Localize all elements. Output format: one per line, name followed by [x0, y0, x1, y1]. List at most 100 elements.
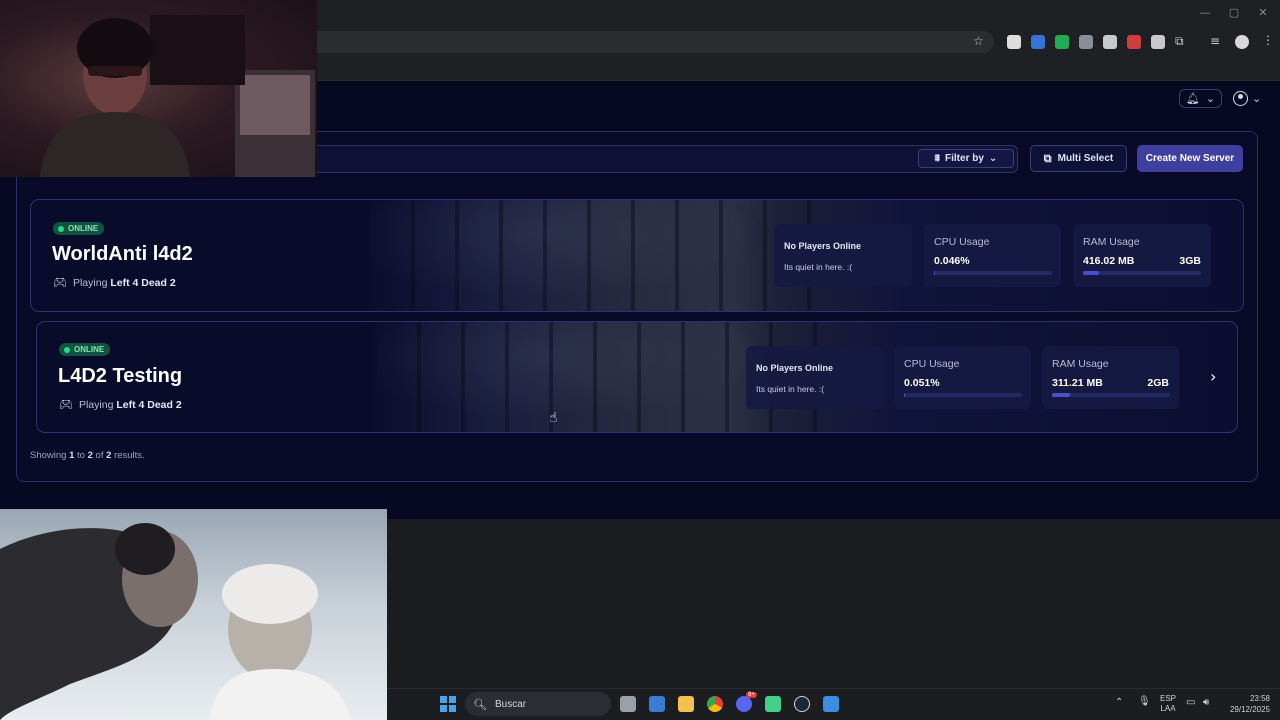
microphone-icon[interactable]: 🎙︎ — [1138, 696, 1151, 707]
network-icon[interactable]: ▭ — [1186, 697, 1195, 708]
webcam-overlay — [0, 0, 317, 177]
ram-usage-bar — [1052, 393, 1170, 397]
chevron-down-icon: ⌄ — [1252, 92, 1262, 105]
notifications-button[interactable]: 🔔︎ ⌄ — [1179, 89, 1222, 108]
players-title: No Players Online — [756, 363, 834, 373]
volume-icon[interactable]: 🔊︎ — [1203, 697, 1209, 708]
players-subtitle: Its quiet in here. :( — [756, 384, 825, 394]
filter-by-dropdown[interactable]: ⩩ Filter by ⌄ — [918, 149, 1014, 168]
layout-code: LAA — [1160, 704, 1176, 713]
taskbar-search[interactable]: 🔍︎ Buscar — [465, 692, 611, 716]
store-icon[interactable] — [649, 696, 665, 712]
playing-prefix: Playing — [78, 398, 114, 411]
players-title: No Players Online — [784, 241, 862, 251]
user-avatar-icon — [1233, 91, 1248, 106]
cpu-usage-bar-fill — [904, 393, 905, 397]
profile-avatar[interactable] — [1235, 35, 1249, 49]
chevron-up-icon[interactable]: ⌃ — [1115, 697, 1123, 708]
game-name: Left 4 Dead 2 — [110, 276, 176, 289]
game-name: Left 4 Dead 2 — [116, 398, 182, 411]
server-search-input[interactable] — [300, 145, 1018, 173]
steam-icon[interactable] — [794, 696, 810, 712]
maximize-window-icon[interactable]: ▢ — [1225, 6, 1243, 20]
extension-icon[interactable] — [1079, 35, 1093, 49]
players-box: No Players Online Its quiet in here. :( — [746, 346, 884, 409]
windows-start-icon[interactable] — [440, 696, 456, 712]
bookmark-star-icon[interactable]: ☆ — [973, 34, 984, 48]
cpu-usage-value: 0.046% — [934, 255, 970, 267]
gamepad-icon: 🎮︎ — [59, 398, 73, 411]
meme-photo — [0, 523, 350, 720]
pagination-suffix: results. — [114, 450, 145, 461]
filter-icon: ⩩ — [934, 153, 941, 164]
online-dot-icon — [58, 225, 64, 232]
extensions-puzzle-icon[interactable]: ⧉ — [1175, 34, 1184, 49]
server-card[interactable]: ONLINE WorldAnti l4d2 🎮︎ Playing Left 4 … — [30, 199, 1244, 312]
multi-select-label: Multi Select — [1057, 153, 1114, 164]
app-icon[interactable] — [765, 696, 781, 712]
server-game: 🎮︎ Playing Left 4 Dead 2 — [59, 398, 182, 411]
extension-icon[interactable] — [1007, 35, 1021, 49]
pagination-prefix: Showing — [30, 450, 67, 461]
pagination-total: 2 — [106, 450, 112, 461]
ram-usage-value: 311.21 MB — [1052, 377, 1103, 389]
bell-icon: 🔔︎ — [1185, 92, 1200, 105]
status-badge: ONLINE — [53, 222, 105, 235]
address-bar[interactable] — [300, 31, 994, 53]
cpu-usage-title: CPU Usage — [904, 358, 960, 370]
file-explorer-icon[interactable] — [678, 696, 694, 712]
user-menu-button[interactable]: ⌄ — [1233, 89, 1263, 108]
clock-date: 29/12/2025 — [1229, 705, 1270, 714]
playing-prefix: Playing — [72, 276, 108, 289]
search-icon: 🔍︎ — [473, 697, 487, 711]
pagination-to: 2 — [87, 450, 93, 461]
pagination-of-word: of — [95, 450, 104, 461]
pagination-from: 1 — [69, 450, 75, 461]
multi-select-button[interactable]: ⧉ Multi Select — [1030, 145, 1127, 172]
hand-cursor-icon: ☝ — [549, 410, 558, 426]
extension-icon[interactable] — [1127, 35, 1141, 49]
discord-icon[interactable] — [736, 696, 752, 712]
minimize-window-icon[interactable]: — — [1196, 6, 1214, 20]
ram-usage-bar-fill — [1083, 271, 1099, 275]
task-view-icon[interactable] — [620, 696, 636, 712]
ram-usage-box: RAM Usage 311.21 MB 2GB — [1042, 346, 1179, 409]
cpu-usage-bar — [934, 271, 1052, 275]
taskbar-search-label: Buscar — [494, 698, 527, 710]
multi-select-icon: ⧉ — [1043, 151, 1052, 165]
gamepad-icon: 🎮︎ — [53, 276, 67, 289]
extension-icon[interactable] — [1031, 35, 1045, 49]
extension-icon[interactable] — [1151, 35, 1165, 49]
cpu-usage-bar-fill — [934, 271, 935, 275]
ram-usage-value: 416.02 MB — [1083, 255, 1135, 267]
chevron-down-icon: ⌄ — [1205, 92, 1216, 105]
ram-usage-bar — [1083, 271, 1201, 275]
clock-time: 23:58 — [1249, 694, 1270, 703]
extension-icon[interactable] — [1103, 35, 1117, 49]
chevron-down-icon: ⌄ — [988, 153, 998, 164]
chrome-icon[interactable] — [707, 696, 723, 712]
cpu-usage-box: CPU Usage 0.046% — [924, 224, 1061, 287]
ram-usage-bar-fill — [1052, 393, 1070, 397]
extension-icon[interactable] — [1055, 35, 1069, 49]
cpu-usage-value: 0.051% — [904, 377, 940, 389]
status-badge: ONLINE — [59, 343, 111, 356]
filter-label: Filter by — [945, 153, 984, 164]
notepad-icon[interactable] — [823, 696, 839, 712]
meme-image-overlay — [0, 509, 387, 720]
server-game: 🎮︎ Playing Left 4 Dead 2 — [53, 276, 176, 289]
players-box: No Players Online Its quiet in here. :( — [774, 224, 912, 287]
browser-menu-icon[interactable]: ⋮ — [1262, 33, 1274, 47]
reading-list-icon[interactable]: ≡ — [1210, 34, 1220, 48]
clock[interactable]: 23:58 29/12/2025 — [1224, 693, 1270, 715]
keyboard-language[interactable]: ESP LAA — [1160, 694, 1176, 714]
close-window-icon[interactable]: ✕ — [1254, 6, 1272, 20]
create-new-server-button[interactable]: Create New Server — [1137, 145, 1243, 172]
pagination-to-word: to — [77, 450, 85, 461]
cpu-usage-title: CPU Usage — [934, 236, 990, 248]
server-card[interactable]: ONLINE L4D2 Testing 🎮︎ Playing Left 4 De… — [36, 321, 1238, 433]
server-name: L4D2 Testing — [58, 365, 183, 387]
status-label: ONLINE — [68, 224, 99, 233]
chevron-right-icon[interactable]: › — [1210, 367, 1216, 386]
cpu-usage-bar — [904, 393, 1022, 397]
